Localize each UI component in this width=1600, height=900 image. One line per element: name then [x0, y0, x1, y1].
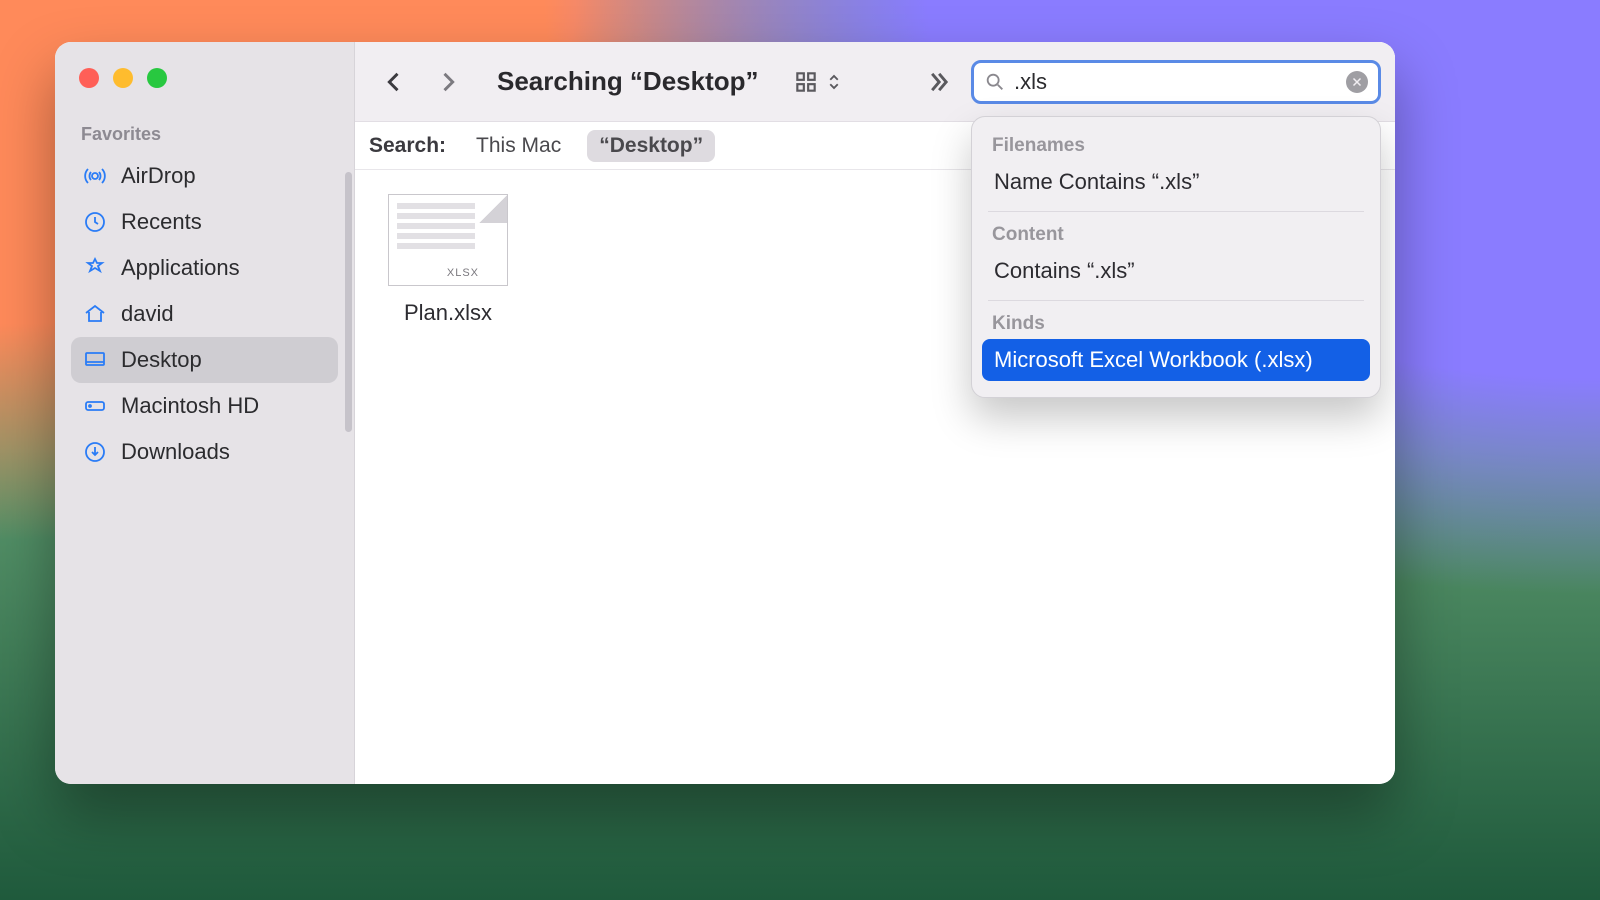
main-pane: Searching “Desktop”	[355, 42, 1395, 784]
sidebar-scrollbar[interactable]	[345, 172, 352, 432]
sidebar-item-label: Downloads	[121, 439, 230, 465]
sidebar-section-favorites: Favorites	[81, 124, 328, 145]
file-item[interactable]: XLSX Plan.xlsx	[383, 194, 513, 326]
scope-desktop[interactable]: “Desktop”	[587, 130, 715, 162]
toolbar-overflow-button[interactable]	[923, 67, 953, 97]
suggestion-group-kinds: Kinds	[982, 309, 1370, 339]
harddrive-icon	[83, 394, 107, 418]
suggestion-name-contains[interactable]: Name Contains “.xls”	[982, 161, 1370, 203]
clear-search-button[interactable]	[1346, 71, 1368, 93]
sidebar-item-applications[interactable]: Applications	[71, 245, 338, 291]
close-window-button[interactable]	[79, 68, 99, 88]
sidebar-item-recents[interactable]: Recents	[71, 199, 338, 245]
zoom-window-button[interactable]	[147, 68, 167, 88]
sidebar-item-desktop[interactable]: Desktop	[71, 337, 338, 383]
sidebar: Favorites AirDrop Recents Applications d…	[55, 42, 355, 784]
window-controls	[79, 68, 338, 88]
toolbar: Searching “Desktop”	[355, 42, 1395, 122]
file-type-badge: XLSX	[447, 267, 479, 279]
desktop-icon	[83, 348, 107, 372]
sidebar-item-label: AirDrop	[121, 163, 196, 189]
minimize-window-button[interactable]	[113, 68, 133, 88]
divider	[988, 211, 1364, 212]
sidebar-item-label: Desktop	[121, 347, 202, 373]
scope-this-mac[interactable]: This Mac	[464, 130, 573, 162]
divider	[988, 300, 1364, 301]
suggestion-content-contains[interactable]: Contains “.xls”	[982, 250, 1370, 292]
clock-icon	[83, 210, 107, 234]
grid-icon	[793, 69, 819, 95]
sidebar-item-label: Macintosh HD	[121, 393, 259, 419]
sidebar-item-macintosh-hd[interactable]: Macintosh HD	[71, 383, 338, 429]
sidebar-item-home[interactable]: david	[71, 291, 338, 337]
window-title: Searching “Desktop”	[497, 66, 759, 97]
updown-icon	[825, 73, 843, 91]
search-input[interactable]	[1014, 69, 1338, 95]
sidebar-item-airdrop[interactable]: AirDrop	[71, 153, 338, 199]
nav-controls	[369, 67, 463, 97]
airdrop-icon	[83, 164, 107, 188]
suggestion-group-content: Content	[982, 220, 1370, 250]
back-button[interactable]	[379, 67, 409, 97]
suggestion-kind-xlsx[interactable]: Microsoft Excel Workbook (.xlsx)	[982, 339, 1370, 381]
view-switcher[interactable]	[793, 69, 843, 95]
sidebar-item-downloads[interactable]: Downloads	[71, 429, 338, 475]
search-field[interactable]	[971, 60, 1381, 104]
sidebar-item-label: david	[121, 301, 174, 327]
home-icon	[83, 302, 107, 326]
sidebar-item-label: Applications	[121, 255, 240, 281]
forward-button[interactable]	[433, 67, 463, 97]
search-icon	[984, 71, 1006, 93]
search-suggestions-popover: Filenames Name Contains “.xls” Content C…	[971, 116, 1381, 398]
file-name: Plan.xlsx	[404, 300, 492, 326]
file-thumbnail: XLSX	[388, 194, 508, 286]
applications-icon	[83, 256, 107, 280]
sidebar-item-label: Recents	[121, 209, 202, 235]
suggestion-group-filenames: Filenames	[982, 131, 1370, 161]
download-icon	[83, 440, 107, 464]
scope-label: Search:	[369, 134, 446, 158]
finder-window: Favorites AirDrop Recents Applications d…	[55, 42, 1395, 784]
